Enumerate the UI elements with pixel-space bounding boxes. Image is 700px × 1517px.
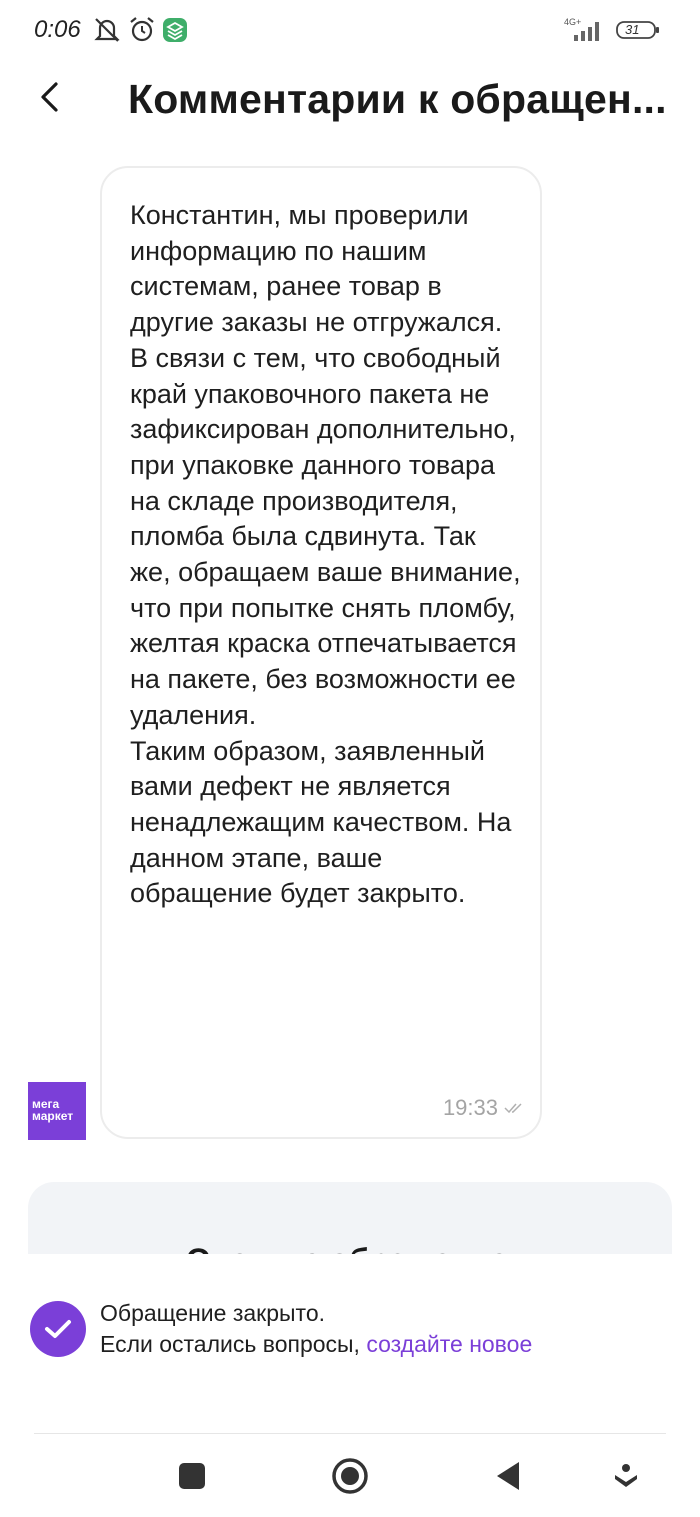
alarm-icon — [130, 17, 154, 42]
back-button[interactable] — [24, 72, 74, 122]
closed-prefix: Если остались вопросы, — [100, 1331, 367, 1357]
page-title: Комментарии к обращен... — [128, 76, 667, 122]
check-mark — [45, 1320, 71, 1338]
closed-subtitle: Если остались вопросы, создайте новое — [100, 1331, 532, 1358]
chevron-left-icon — [41, 82, 58, 112]
network-label: 4G+ — [564, 17, 581, 27]
message-text: Константин, мы проверили информацию по н… — [130, 200, 521, 909]
battery-icon: 31 — [616, 20, 660, 40]
navigation-bar — [0, 1434, 700, 1517]
check-circle-icon — [30, 1301, 86, 1357]
message-time: 19:33 — [442, 1095, 498, 1120]
sender-avatar: мега маркет — [28, 1082, 86, 1140]
rating-card-title: Оцените обращение — [186, 1242, 508, 1254]
triangle-back-icon — [497, 1462, 519, 1490]
home-button[interactable] — [328, 1454, 372, 1498]
closed-notice: Обращение закрыто. Если остались вопросы… — [0, 1254, 700, 1434]
header: Комментарии к обращен... — [0, 62, 700, 142]
assistant-button[interactable] — [604, 1454, 648, 1498]
recents-button[interactable] — [170, 1454, 214, 1498]
rating-card: Оцените обращение — [28, 1182, 672, 1254]
status-time: 0:06 — [34, 16, 81, 43]
nav-back-button[interactable] — [486, 1454, 530, 1498]
message-bubble: Константин, мы проверили информацию по н… — [100, 166, 542, 1139]
create-new-link[interactable]: создайте новое — [366, 1331, 532, 1357]
assistant-icon — [615, 1464, 637, 1487]
mute-icon — [94, 18, 120, 42]
square-icon — [179, 1463, 205, 1489]
app-notification-icon — [163, 18, 187, 42]
status-bar: 0:06 4G+ 31 — [0, 0, 700, 62]
battery-level: 31 — [625, 22, 640, 37]
signal-icon: 4G+ — [564, 17, 599, 41]
circle-icon — [332, 1458, 368, 1494]
closed-title: Обращение закрыто. — [100, 1300, 326, 1326]
logo-line-2: маркет — [32, 1109, 74, 1123]
double-check-icon — [504, 1103, 522, 1114]
